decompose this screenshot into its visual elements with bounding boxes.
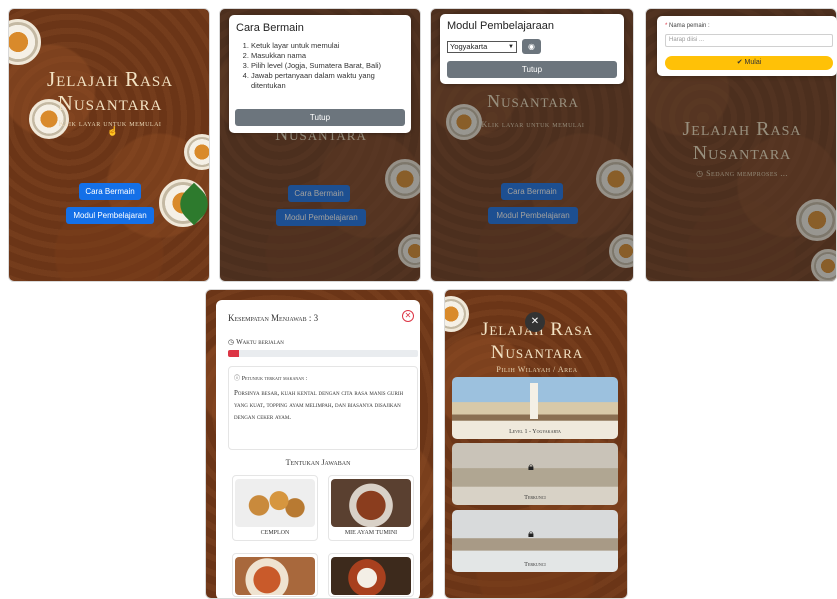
chevron-down-icon: ▼ bbox=[508, 44, 514, 50]
step-item: Pilih level (Jogja, Sumatera Barat, Bali… bbox=[251, 61, 406, 71]
step-item: Masukkan nama bbox=[251, 51, 406, 61]
step-item: Jawab pertanyaan dalam waktu yang ditent… bbox=[251, 71, 406, 91]
hint-label-text: Petunjuk terkait makanan : bbox=[241, 376, 308, 382]
monument-image bbox=[530, 383, 538, 419]
dialog-title: Modul Pembelajaraan bbox=[447, 20, 555, 32]
food-plate-image bbox=[811, 249, 836, 281]
food-plate-image bbox=[596, 159, 633, 199]
player-name-form: * Nama pemain : Harap diisi ... ✔ Mulai bbox=[657, 16, 837, 76]
answer-label: CEMPLON bbox=[260, 530, 290, 536]
bg-title: Nusantara bbox=[487, 91, 579, 111]
answer-option-cemplon[interactable]: CEMPLON bbox=[232, 475, 318, 541]
screen-home[interactable]: Jelajah Rasa Nusantara Klik layar untuk … bbox=[8, 8, 210, 282]
title-line-2: Nusantara bbox=[490, 342, 584, 363]
how-to-play-dialog: Cara Bermain Ketuk layar untuk memulai M… bbox=[229, 15, 411, 133]
learning-module-dialog: Modul Pembelajaraan Yogyakarta ▼ ◉ Tutup bbox=[440, 14, 624, 84]
food-plate-image bbox=[796, 199, 836, 241]
bg-how-to-play-button: Cara Bermain bbox=[501, 183, 563, 200]
title-line-2: Nusantara bbox=[692, 142, 792, 164]
bg-learning-module-button: Modul Pembelajaran bbox=[488, 207, 578, 224]
food-image bbox=[331, 557, 411, 595]
hand-pointer-icon: ☝ bbox=[107, 126, 119, 136]
clock-icon: ◷ bbox=[696, 169, 704, 178]
region-label: Terkunci bbox=[524, 562, 546, 568]
timer-label-text: Waktu berjalan bbox=[236, 338, 284, 346]
hint-label: ⓘ Petunjuk terkait makanan : bbox=[234, 373, 307, 382]
region-card-locked: 🔒︎ Terkunci bbox=[452, 510, 618, 572]
food-plate-image bbox=[184, 134, 209, 170]
food-plate-image bbox=[385, 159, 420, 199]
loading-status: ◷ Sedang memproses ... bbox=[646, 169, 836, 178]
lock-icon: 🔒︎ bbox=[528, 528, 534, 540]
title-line-1: Jelajah Rasa bbox=[46, 67, 174, 91]
info-icon: ⓘ bbox=[234, 376, 241, 382]
title-line-2: Nusantara bbox=[57, 91, 163, 115]
answer-label: MIE AYAM TUMINI bbox=[344, 530, 398, 536]
close-button[interactable]: Tutup bbox=[235, 109, 405, 126]
bg-tagline: Klik layar untuk memulai bbox=[481, 120, 585, 129]
input-placeholder: Harap diisi ... bbox=[669, 37, 705, 43]
learning-module-button[interactable]: Modul Pembelajaran bbox=[66, 207, 154, 224]
start-button[interactable]: ✔ Mulai bbox=[665, 56, 833, 70]
close-button[interactable]: Tutup bbox=[447, 61, 617, 78]
close-icon[interactable]: ✕ bbox=[525, 312, 545, 332]
screen-quiz: Kesempatan Menjawab : 3 ✕ ◷ Waktu berjal… bbox=[205, 289, 434, 599]
timer-bar-fill bbox=[228, 350, 240, 357]
screen-select-region: ✕ Jelajah Rasa Nusantara Pilih Wilayah /… bbox=[444, 289, 628, 599]
hint-box: ⓘ Petunjuk terkait makanan : Porsinya be… bbox=[228, 366, 418, 450]
step-item: Ketuk layar untuk memulai bbox=[251, 41, 406, 51]
answer-option-mie-ayam-tumini[interactable]: MIE AYAM TUMINI bbox=[328, 475, 414, 541]
answer-option[interactable] bbox=[328, 553, 414, 597]
how-to-play-button[interactable]: Cara Bermain bbox=[79, 183, 141, 200]
required-mark: * bbox=[665, 23, 668, 29]
steps-list: Ketuk layar untuk memulai Masukkan nama … bbox=[251, 41, 406, 91]
dialog-title: Cara Bermain bbox=[236, 22, 304, 34]
food-plate-image bbox=[398, 234, 420, 268]
lock-icon: 🔒︎ bbox=[528, 461, 534, 473]
region-subtitle: Pilih Wilayah / Area bbox=[496, 365, 578, 374]
bg-learning-module-button: Modul Pembelajaran bbox=[276, 209, 366, 226]
region-select-value: Yogyakarta bbox=[450, 42, 488, 51]
start-button-label: Mulai bbox=[744, 59, 762, 66]
check-icon: ✔ bbox=[736, 59, 743, 66]
food-image bbox=[235, 557, 315, 595]
player-name-input[interactable]: Harap diisi ... bbox=[665, 34, 833, 47]
chances-counter: Kesempatan Menjawab : 3 bbox=[228, 313, 319, 323]
close-icon[interactable]: ✕ bbox=[402, 310, 414, 322]
region-label: Terkunci bbox=[524, 495, 546, 501]
mie-ayam-image bbox=[331, 479, 411, 527]
food-plate-image bbox=[609, 234, 633, 268]
quiz-panel: Kesempatan Menjawab : 3 ✕ ◷ Waktu berjal… bbox=[216, 300, 420, 598]
view-module-button[interactable]: ◉ bbox=[522, 39, 541, 54]
answer-option[interactable] bbox=[232, 553, 318, 597]
clock-icon: ◷ bbox=[228, 339, 235, 346]
answer-heading: Tentukan Jawaban bbox=[285, 458, 351, 467]
bg-how-to-play-button: Cara Bermain bbox=[288, 185, 350, 202]
region-card-locked: 🔒︎ Terkunci bbox=[452, 443, 618, 505]
region-card-yogyakarta[interactable]: Level 1 - Yogyakarta bbox=[452, 377, 618, 439]
region-label: Level 1 - Yogyakarta bbox=[509, 429, 561, 435]
cemplon-image bbox=[235, 479, 315, 527]
eye-icon: ◉ bbox=[528, 42, 535, 51]
loading-text: Sedang memproses ... bbox=[706, 169, 788, 178]
hint-text: Porsinya besar, kuah kental dengan cita … bbox=[234, 389, 404, 421]
timer-bar bbox=[228, 350, 418, 357]
title-line-1: Jelajah Rasa bbox=[682, 118, 802, 140]
region-select[interactable]: Yogyakarta ▼ bbox=[447, 41, 517, 53]
timer-label: ◷ Waktu berjalan bbox=[228, 338, 284, 346]
name-field-label: * Nama pemain : bbox=[665, 23, 710, 29]
bg-title: Jelajah Rasa Nusantara bbox=[646, 117, 836, 165]
food-plate-image bbox=[9, 19, 41, 65]
game-title: Jelajah Rasa Nusantara bbox=[9, 67, 209, 115]
name-field-label-text: Nama pemain : bbox=[669, 23, 710, 29]
